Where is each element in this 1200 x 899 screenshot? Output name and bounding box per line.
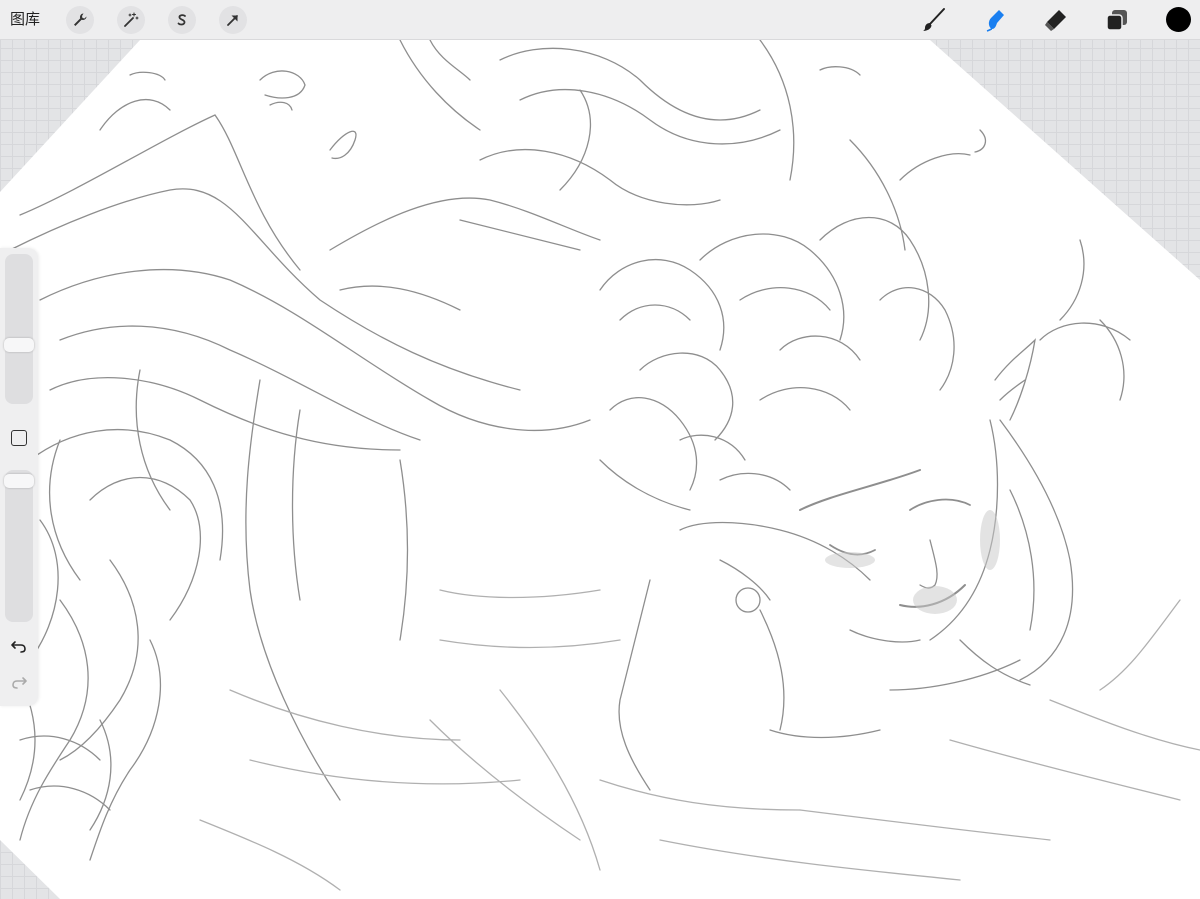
eraser-icon (1045, 10, 1066, 31)
redo-icon[interactable] (9, 672, 29, 692)
left-sidebar (0, 248, 38, 706)
smudge-icon (986, 10, 1004, 32)
wrench-icon (74, 13, 87, 26)
color-picker-button[interactable] (1166, 7, 1191, 32)
top-toolbar: 图库 (0, 0, 1200, 40)
canvas-paper (0, 40, 1200, 899)
brush-size-thumb[interactable] (4, 338, 34, 352)
selection-button[interactable] (168, 6, 196, 34)
smudge-button[interactable] (981, 6, 1009, 34)
adjustments-button[interactable] (117, 6, 145, 34)
selection-s-icon (177, 14, 186, 26)
arrow-move-icon (227, 15, 238, 26)
brush-opacity-thumb[interactable] (4, 474, 34, 488)
brush-size-slider[interactable] (4, 254, 34, 404)
transform-button[interactable] (219, 6, 247, 34)
layers-button[interactable] (1103, 6, 1131, 34)
erase-button[interactable] (1042, 6, 1070, 34)
paint-button[interactable] (920, 6, 948, 34)
undo-icon[interactable] (9, 636, 29, 656)
gallery-button[interactable]: 图库 (10, 9, 40, 29)
modify-square-icon[interactable] (11, 430, 27, 446)
actions-button[interactable] (66, 6, 94, 34)
brush-opacity-slider[interactable] (4, 470, 34, 622)
layers-icon (1106, 10, 1127, 31)
drawing-canvas[interactable] (0, 40, 1200, 899)
brush-icon (923, 8, 945, 31)
magic-wand-icon (124, 12, 139, 27)
